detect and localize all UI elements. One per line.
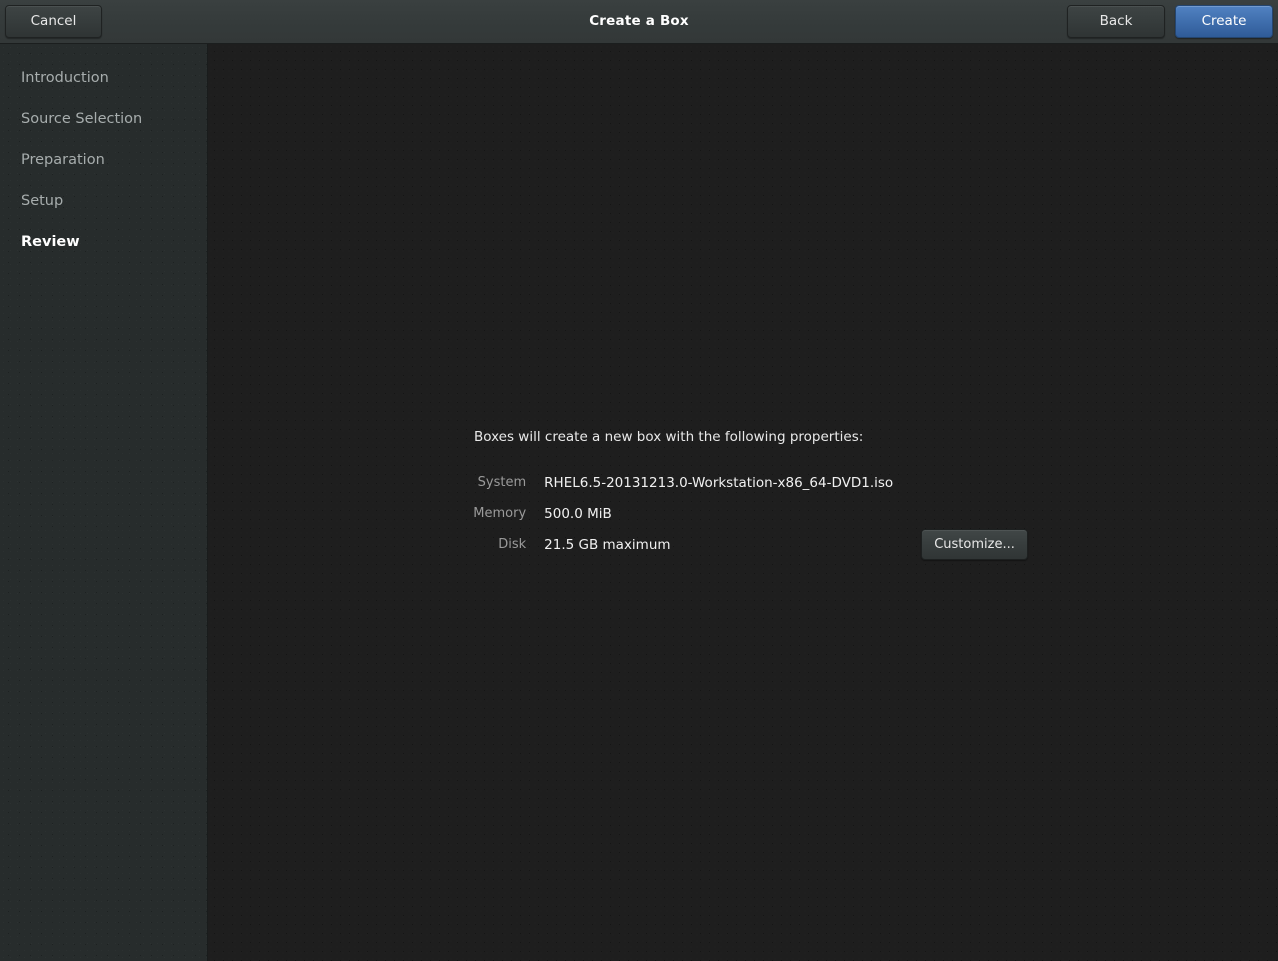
header-right-actions: Back Create (1067, 5, 1273, 38)
table-row: System RHEL6.5-20131213.0-Workstation-x8… (472, 467, 1032, 498)
create-button[interactable]: Create (1175, 5, 1273, 38)
property-value-memory: 500.0 MiB (544, 505, 612, 522)
sidebar-item-source-selection[interactable]: Source Selection (0, 99, 207, 140)
property-value-system: RHEL6.5-20131213.0-Workstation-x86_64-DV… (544, 474, 894, 491)
review-intro-text: Boxes will create a new box with the fol… (474, 429, 864, 445)
sidebar-item-preparation[interactable]: Preparation (0, 140, 207, 181)
table-row: Memory 500.0 MiB (472, 498, 1032, 529)
sidebar-item-setup[interactable]: Setup (0, 181, 207, 222)
header-left-actions: Cancel (5, 5, 102, 38)
box-properties-table: System RHEL6.5-20131213.0-Workstation-x8… (472, 467, 1032, 560)
cancel-button[interactable]: Cancel (5, 5, 102, 38)
wizard-steps-sidebar: Introduction Source Selection Preparatio… (0, 44, 208, 961)
property-action-disk: Customize... (921, 529, 1032, 560)
property-value-disk: 21.5 GB maximum (544, 536, 671, 553)
customize-button[interactable]: Customize... (921, 529, 1028, 560)
table-row: Disk 21.5 GB maximum Customize... (472, 529, 1032, 560)
create-a-box-window: Cancel Create a Box Back Create Introduc… (0, 0, 1278, 961)
header-bar: Cancel Create a Box Back Create (0, 0, 1278, 44)
property-label-memory: Memory (473, 506, 527, 521)
property-action-memory (921, 498, 1032, 529)
back-button[interactable]: Back (1067, 5, 1165, 38)
window-body: Introduction Source Selection Preparatio… (0, 44, 1278, 961)
main-content-area: Boxes will create a new box with the fol… (208, 44, 1278, 961)
sidebar-item-introduction[interactable]: Introduction (0, 58, 207, 99)
property-action-system (921, 467, 1032, 498)
property-label-system: System (477, 475, 527, 490)
review-panel: Boxes will create a new box with the fol… (472, 429, 1032, 560)
property-label-disk: Disk (498, 537, 527, 552)
sidebar-item-review[interactable]: Review (0, 222, 207, 263)
